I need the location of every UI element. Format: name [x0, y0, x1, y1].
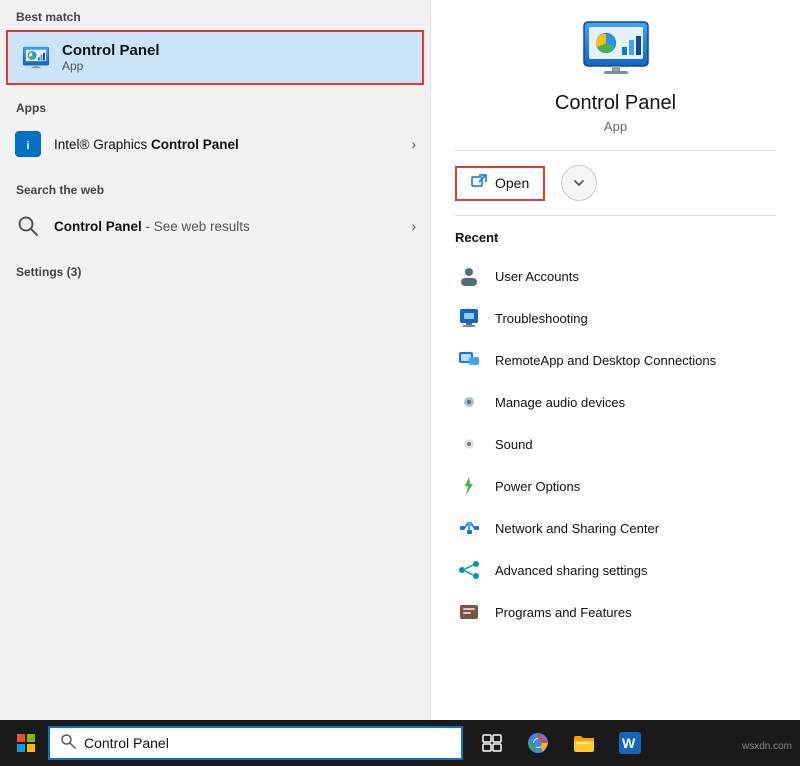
audio-icon	[455, 388, 483, 416]
search-web-icon	[14, 212, 42, 240]
taskbar-search-bar[interactable]: Control Panel	[48, 726, 463, 760]
programs-icon	[455, 598, 483, 626]
expand-button[interactable]	[561, 165, 597, 201]
right-panel: Control Panel App Open	[430, 0, 800, 720]
search-web-text: Control Panel - See web results	[54, 219, 411, 234]
settings-label: Settings (3)	[0, 255, 430, 285]
recent-item-audio[interactable]: Manage audio devices	[455, 381, 776, 423]
troubleshooting-label: Troubleshooting	[495, 311, 588, 326]
search-web-label: Search the web	[0, 173, 430, 203]
sharing-icon	[455, 556, 483, 584]
open-button[interactable]: Open	[455, 166, 545, 201]
recent-item-user-accounts[interactable]: User Accounts	[455, 255, 776, 297]
control-panel-large-icon	[580, 20, 652, 80]
right-panel-header: Control Panel App	[455, 20, 776, 151]
taskbar-items: W	[470, 720, 652, 766]
svg-text:W: W	[622, 735, 636, 751]
best-match-app-name: Control Panel	[62, 42, 160, 59]
windows-start-button[interactable]	[4, 720, 48, 766]
recent-item-programs[interactable]: Programs and Features	[455, 591, 776, 633]
right-panel-app-type: App	[604, 119, 627, 134]
network-icon	[455, 514, 483, 542]
settings-section: Settings (3)	[0, 249, 430, 291]
sound-icon	[455, 430, 483, 458]
recent-item-sharing[interactable]: Advanced sharing settings	[455, 549, 776, 591]
open-label: Open	[495, 175, 529, 191]
left-panel: Best match	[0, 0, 430, 720]
troubleshooting-icon	[455, 304, 483, 332]
power-icon	[455, 472, 483, 500]
recent-section: Recent User Accounts Troubleshooting	[455, 220, 776, 633]
apps-section: Apps i Intel® Graphics Control Panel ›	[0, 85, 430, 173]
wsxdn-label: wsxdn.com	[742, 741, 792, 752]
audio-label: Manage audio devices	[495, 395, 625, 410]
right-panel-app-name: Control Panel	[555, 92, 676, 115]
taskbar-search-icon	[60, 733, 76, 753]
taskbar-explorer-button[interactable]	[562, 720, 606, 766]
programs-label: Programs and Features	[495, 605, 632, 620]
divider	[455, 215, 776, 216]
taskbar-search-text: Control Panel	[84, 735, 169, 751]
network-label: Network and Sharing Center	[495, 521, 659, 536]
best-match-text: Control Panel App	[62, 42, 160, 73]
recent-item-remoteapp[interactable]: RemoteApp and Desktop Connections	[455, 339, 776, 381]
best-match-app-type: App	[62, 59, 160, 73]
remoteapp-label: RemoteApp and Desktop Connections	[495, 353, 716, 368]
apps-label: Apps	[0, 91, 430, 121]
recent-item-power[interactable]: Power Options	[455, 465, 776, 507]
intel-chevron-icon: ›	[411, 136, 416, 152]
best-match-label: Best match	[0, 0, 430, 30]
power-label: Power Options	[495, 479, 580, 494]
intel-graphics-label: Intel® Graphics Control Panel	[54, 137, 411, 152]
user-accounts-icon	[455, 262, 483, 290]
user-accounts-label: User Accounts	[495, 269, 579, 284]
best-match-item[interactable]: Control Panel App	[6, 30, 424, 85]
taskbar-chrome-button[interactable]	[516, 720, 560, 766]
taskbar-word-button[interactable]: W	[608, 720, 652, 766]
recent-label: Recent	[455, 230, 776, 245]
recent-item-network[interactable]: Network and Sharing Center	[455, 507, 776, 549]
remoteapp-icon	[455, 346, 483, 374]
intel-graphics-item[interactable]: i Intel® Graphics Control Panel ›	[0, 121, 430, 167]
sharing-label: Advanced sharing settings	[495, 563, 647, 578]
svg-text:i: i	[26, 140, 29, 152]
taskbar-taskview-button[interactable]	[470, 720, 514, 766]
search-web-item[interactable]: Control Panel - See web results ›	[0, 203, 430, 249]
intel-icon: i	[14, 130, 42, 158]
sound-label: Sound	[495, 437, 533, 452]
open-icon	[471, 174, 487, 193]
recent-item-sound[interactable]: Sound	[455, 423, 776, 465]
search-web-chevron-icon: ›	[411, 218, 416, 234]
control-panel-icon-large	[22, 44, 50, 72]
taskbar: Control Panel	[0, 720, 800, 766]
open-button-area: Open	[455, 151, 776, 215]
recent-item-troubleshooting[interactable]: Troubleshooting	[455, 297, 776, 339]
